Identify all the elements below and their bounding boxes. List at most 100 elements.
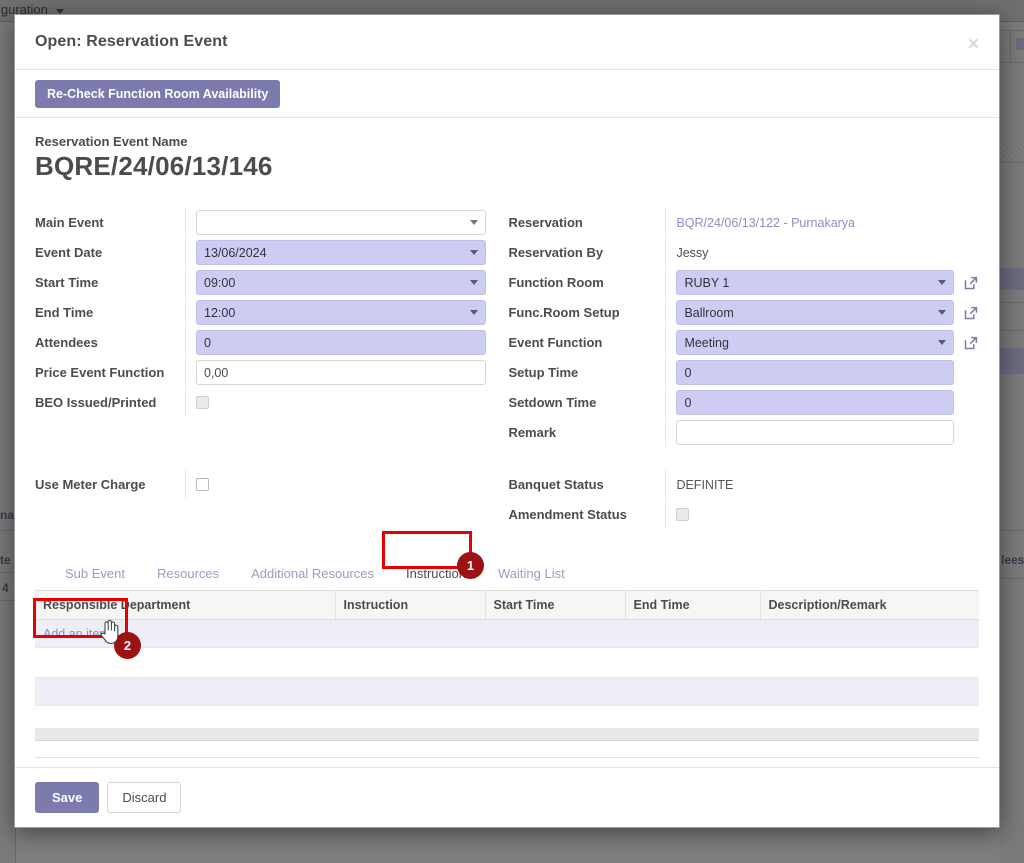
reservation-value[interactable]: BQR/24/06/13/122 - Purnakarya xyxy=(676,216,855,230)
table-row xyxy=(35,740,979,758)
table-row-add-item[interactable]: Add an item xyxy=(35,619,979,648)
column-header-responsible-department[interactable]: Responsible Department xyxy=(35,591,336,620)
discard-button[interactable]: Discard xyxy=(107,782,182,813)
func-room-setup-select[interactable] xyxy=(676,300,954,325)
dialog-footer: Save Discard xyxy=(15,767,999,827)
background-text-fragment: 4 xyxy=(2,581,9,595)
dialog-title: Open: Reservation Event xyxy=(35,33,228,50)
field-control xyxy=(185,388,486,417)
dialog-header: Open: Reservation Event × xyxy=(15,15,999,70)
setup-time-input[interactable] xyxy=(676,360,954,385)
remark-input[interactable] xyxy=(676,420,954,445)
field-setdown-time: Setdown Time xyxy=(508,388,979,417)
tab-additional-resources[interactable]: Additional Resources xyxy=(235,558,390,590)
table-cell xyxy=(35,740,979,758)
background-hatch xyxy=(1000,140,1024,162)
table-cell xyxy=(335,619,485,648)
tabs-section: Sub Event Resources Additional Resources… xyxy=(35,558,979,758)
tab-sub-event[interactable]: Sub Event xyxy=(49,558,141,590)
start-time-select[interactable] xyxy=(196,270,487,295)
field-use-meter-charge: Use Meter Charge xyxy=(35,470,486,499)
background-divider xyxy=(1000,302,1024,303)
column-header-description-remark[interactable]: Description/Remark xyxy=(760,591,979,620)
price-event-function-input[interactable] xyxy=(196,360,487,385)
reservation-event-name-value: BQRE/24/06/13/146 xyxy=(35,151,273,181)
beo-issued-printed-checkbox[interactable] xyxy=(196,396,209,409)
table-cell xyxy=(625,619,760,648)
field-price-event-function: Price Event Function xyxy=(35,358,487,387)
reservation-event-dialog: Open: Reservation Event × Re-Check Funct… xyxy=(14,14,1000,828)
main-event-select[interactable] xyxy=(196,210,487,235)
add-item-cell[interactable]: Add an item xyxy=(35,619,335,648)
table-cell xyxy=(335,647,485,678)
column-header-start-time[interactable]: Start Time xyxy=(485,591,626,620)
field-label: End Time xyxy=(35,305,94,320)
dialog-toolbar: Re-Check Function Room Availability xyxy=(15,70,999,118)
instruction-table: Responsible Department Instruction Start… xyxy=(35,591,979,758)
table-cell xyxy=(35,647,335,678)
field-label: Use Meter Charge xyxy=(35,477,146,492)
field-control: Jessy xyxy=(665,238,979,267)
table-footer-bar xyxy=(35,727,979,741)
external-link-icon[interactable] xyxy=(963,275,979,291)
event-function-select[interactable] xyxy=(676,330,954,355)
tab-waiting-list[interactable]: Waiting List xyxy=(482,558,581,590)
field-end-time: End Time xyxy=(35,298,487,327)
amendment-status-checkbox[interactable] xyxy=(676,508,690,521)
dialog-body: Reservation Event Name BQRE/24/06/13/146… xyxy=(15,118,999,758)
recheck-function-room-availability-button[interactable]: Re-Check Function Room Availability xyxy=(35,79,281,108)
save-button[interactable]: Save xyxy=(35,782,100,813)
tab-resources[interactable]: Resources xyxy=(141,558,235,590)
field-control xyxy=(185,470,486,499)
field-control xyxy=(665,388,979,417)
setdown-time-input[interactable] xyxy=(676,390,954,415)
background-text-fragment: te xyxy=(0,553,11,567)
end-time-select[interactable] xyxy=(196,300,487,325)
field-label: Attendees xyxy=(35,335,98,350)
status-row: Use Meter Charge Banquet Status DEFINITE… xyxy=(35,470,979,530)
field-label: Setdown Time xyxy=(508,395,597,410)
table-row xyxy=(35,705,979,728)
column-header-end-time[interactable]: End Time xyxy=(625,591,761,620)
field-control xyxy=(185,298,487,327)
table-body: Add an item xyxy=(35,619,979,758)
event-date-select[interactable] xyxy=(196,240,487,265)
external-link-icon[interactable] xyxy=(963,305,979,321)
field-event-function: Event Function xyxy=(508,328,979,357)
background-divider xyxy=(1010,30,1011,62)
add-an-item-link[interactable]: Add an item xyxy=(43,627,110,641)
background-widget xyxy=(1016,38,1024,50)
table-cell xyxy=(35,705,979,728)
field-control xyxy=(665,298,979,327)
field-function-room: Function Room xyxy=(508,268,979,297)
function-room-select[interactable] xyxy=(676,270,954,295)
field-amendment-status: Amendment Status xyxy=(508,500,979,529)
attendees-input[interactable] xyxy=(196,330,487,355)
annotation-badge-2: 2 xyxy=(114,632,141,659)
annotation-badge-1: 1 xyxy=(457,552,484,579)
background-widget xyxy=(1000,348,1024,374)
table-cell xyxy=(625,677,760,706)
form-column-right: Reservation BQR/24/06/13/122 - Purnakary… xyxy=(508,208,979,448)
field-label: Func.Room Setup xyxy=(508,305,620,320)
table-cell xyxy=(485,647,625,678)
table-cell xyxy=(760,647,979,678)
field-label: Setup Time xyxy=(508,365,579,380)
field-label: Reservation By xyxy=(508,245,604,260)
table-cell xyxy=(485,619,625,648)
external-link-icon[interactable] xyxy=(963,335,979,351)
background-divider xyxy=(1000,62,1024,63)
field-main-event: Main Event xyxy=(35,208,487,237)
field-label: Event Date xyxy=(35,245,103,260)
status-column: Banquet Status DEFINITE Amendment Status xyxy=(508,470,979,530)
form-columns: Main Event Event Date 13/06/2024 Start T… xyxy=(35,208,979,448)
background-widget xyxy=(1000,268,1024,290)
use-meter-charge-checkbox[interactable] xyxy=(196,478,209,491)
table-head: Responsible Department Instruction Start… xyxy=(35,591,979,620)
field-label: Start Time xyxy=(35,275,99,290)
column-header-instruction[interactable]: Instruction xyxy=(335,591,486,620)
table-cell xyxy=(760,619,979,648)
field-label: Price Event Function xyxy=(35,365,165,380)
close-icon[interactable]: × xyxy=(964,31,983,58)
background-divider xyxy=(1000,30,1024,31)
